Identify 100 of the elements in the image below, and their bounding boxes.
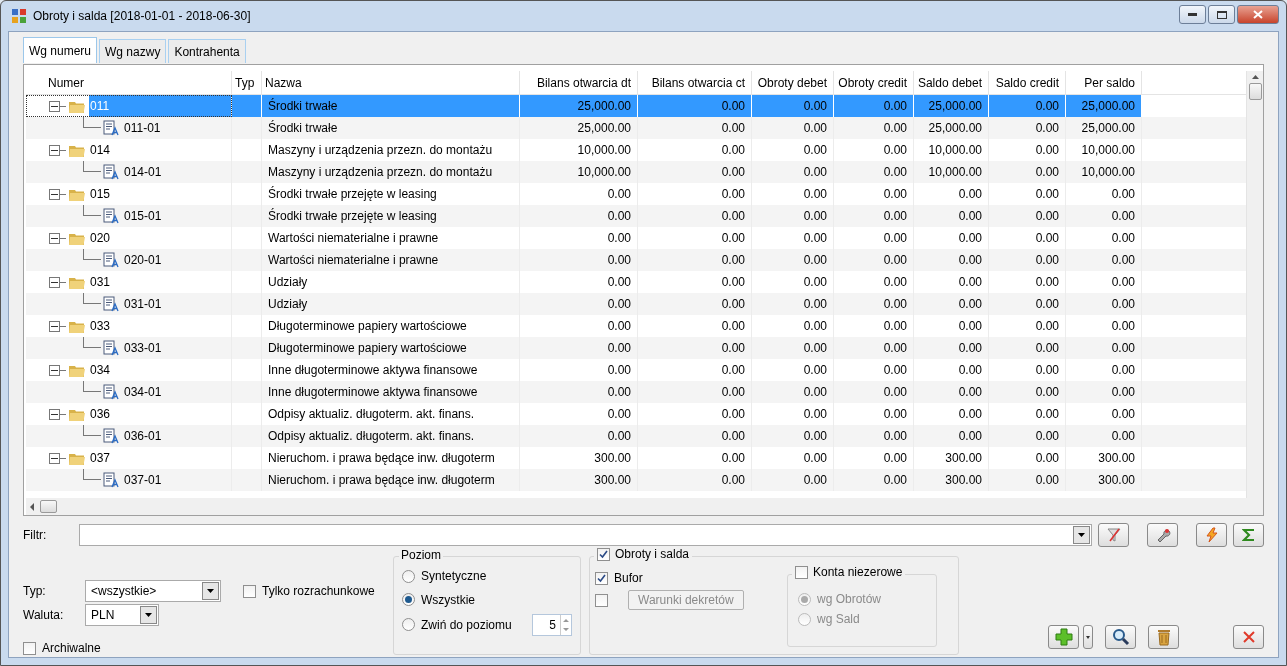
table-cell: 10,000.00 xyxy=(928,143,982,157)
vertical-scrollbar[interactable] xyxy=(1246,71,1263,498)
table-row[interactable]: 034-01 Inne długoterminowe aktywa finansowe 0.00 0.00 0.00 0.00 0.00 0.00 0.00 xyxy=(26,381,1246,403)
wrench-button[interactable] xyxy=(1147,523,1178,547)
account-number: 037-01 xyxy=(123,472,163,489)
collapse-toggle[interactable] xyxy=(49,188,60,200)
checkbox[interactable] xyxy=(23,642,36,655)
add-options-button[interactable] xyxy=(1083,625,1093,649)
lightning-button[interactable] xyxy=(1196,523,1227,547)
table-cell: Długoterminowe papiery wartościowe xyxy=(268,319,467,333)
account-number: 011-01 xyxy=(123,120,162,137)
table-cell: 0.00 xyxy=(1035,363,1059,377)
account-number: 014 xyxy=(89,142,112,159)
search-icon xyxy=(1111,628,1130,646)
column-header[interactable]: Bilans otwarcia ct xyxy=(638,71,752,94)
currency-dropdown[interactable]: PLN xyxy=(85,604,159,626)
account-number: 014-01 xyxy=(123,164,163,181)
radio-button[interactable] xyxy=(402,593,415,606)
table-row[interactable]: 011-01 Środki trwałe 25,000.00 0.00 0.00 0.00 25,000.00 0.00 25,000.00 xyxy=(26,117,1246,139)
collapse-toggle[interactable] xyxy=(49,452,60,464)
filter-field[interactable] xyxy=(79,524,1092,546)
tab[interactable]: Kontrahenta xyxy=(168,39,246,63)
radio-label: wg Sald xyxy=(817,612,860,626)
horizontal-scrollbar[interactable] xyxy=(26,498,1263,515)
radio-button[interactable] xyxy=(402,618,415,631)
delete-button[interactable] xyxy=(1148,625,1179,649)
clear-filter-button[interactable] xyxy=(1098,523,1129,547)
collapse-toggle[interactable] xyxy=(49,364,60,376)
table-row[interactable]: 015-01 Środki trwałe przejęte w leasing 0.00 0.00 0.00 0.00 0.00 0.00 0.00 xyxy=(26,205,1246,227)
tab[interactable]: Wg nazwy xyxy=(99,39,167,63)
collapse-toggle[interactable] xyxy=(49,276,60,288)
type-dropdown[interactable]: <wszystkie> xyxy=(85,580,221,602)
group-title: Poziom xyxy=(399,548,443,562)
table-row[interactable]: 014-01 Maszyny i urządzenia przezn. do montażu 10,000.00 0.00 0.00 0.00 10,000.00 0.00 10,000.00 xyxy=(26,161,1246,183)
caret-icon xyxy=(1078,533,1085,537)
column-header[interactable]: Obroty credit xyxy=(834,71,914,94)
tab[interactable]: Wg numeru xyxy=(23,37,98,63)
table-cell: 0.00 xyxy=(1111,231,1135,245)
column-header[interactable]: Typ xyxy=(232,71,262,94)
scroll-thumb[interactable] xyxy=(40,500,57,513)
table-cell: 0.00 xyxy=(883,231,907,245)
table-cell: 0.00 xyxy=(958,275,982,289)
table-cell: 0.00 xyxy=(607,187,631,201)
column-header[interactable]: Obroty debet xyxy=(752,71,834,94)
table-cell: Odpisy aktualiz. długoterm. akt. finans. xyxy=(268,429,475,443)
table-cell: 0.00 xyxy=(721,341,745,355)
folder-icon xyxy=(69,187,85,201)
table-cell: 0.00 xyxy=(1035,231,1059,245)
maximize-button[interactable] xyxy=(1208,5,1235,24)
collapse-toggle[interactable] xyxy=(49,100,60,112)
column-header[interactable]: Saldo debet xyxy=(914,71,989,94)
column-header[interactable]: Per saldo xyxy=(1066,71,1142,94)
table-cell: 0.00 xyxy=(721,451,745,465)
collapse-toggle[interactable] xyxy=(49,408,60,420)
checkbox[interactable] xyxy=(597,547,610,561)
search-button[interactable] xyxy=(1105,625,1136,649)
table-cell: 0.00 xyxy=(1111,385,1135,399)
minimize-icon xyxy=(1188,13,1197,16)
table-cell: 0.00 xyxy=(1035,99,1059,113)
minimize-button[interactable] xyxy=(1179,5,1206,24)
column-header[interactable]: Saldo credit xyxy=(989,71,1066,94)
table-cell: 0.00 xyxy=(1035,341,1059,355)
table-cell: 0.00 xyxy=(721,99,745,113)
checkbox[interactable] xyxy=(243,584,256,598)
table-cell: 25,000.00 xyxy=(577,99,631,113)
checkbox[interactable] xyxy=(795,565,808,579)
sum-button[interactable] xyxy=(1233,523,1264,547)
table-cell: 0.00 xyxy=(1035,385,1059,399)
column-header[interactable]: Numer xyxy=(26,71,232,94)
table-cell: 300.00 xyxy=(945,473,982,487)
folder-icon xyxy=(69,363,85,377)
radio-button[interactable] xyxy=(402,569,415,583)
collapse-toggle[interactable] xyxy=(49,232,60,244)
level-spinner[interactable]: 5 xyxy=(532,613,572,636)
table-cell: 0.00 xyxy=(958,363,982,377)
table-cell: 0.00 xyxy=(803,451,827,465)
table-row[interactable]: 037-01 Nieruchom. i prawa będące inw. długoterm 300.00 0.00 0.00 0.00 300.00 0.00 300.00 xyxy=(26,469,1246,491)
table-cell: 0.00 xyxy=(1035,165,1059,179)
lightning-icon xyxy=(1203,527,1220,543)
maximize-icon xyxy=(1216,10,1227,19)
table-row[interactable]: 031-01 Udziały 0.00 0.00 0.00 0.00 0.00 0.00 0.00 xyxy=(26,293,1246,315)
close-button[interactable] xyxy=(1233,625,1264,649)
table-row[interactable]: 020-01 Wartości niematerialne i prawne 0.00 0.00 0.00 0.00 0.00 0.00 0.00 xyxy=(26,249,1246,271)
table-cell: 0.00 xyxy=(883,143,907,157)
table-row[interactable]: 036-01 Odpisy aktualiz. długoterm. akt. finans. 0.00 0.00 0.00 0.00 0.00 0.00 0.00 xyxy=(26,425,1246,447)
folder-icon xyxy=(69,407,85,421)
table-row[interactable]: 033-01 Długoterminowe papiery wartościowe 0.00 0.00 0.00 0.00 0.00 0.00 0.00 xyxy=(26,337,1246,359)
table-cell: 0.00 xyxy=(883,473,907,487)
collapse-toggle[interactable] xyxy=(49,320,60,332)
add-button[interactable] xyxy=(1048,625,1079,649)
close-button[interactable] xyxy=(1237,5,1279,24)
scroll-thumb[interactable] xyxy=(1248,83,1262,100)
column-header[interactable]: Bilans otwarcia dt xyxy=(520,71,638,94)
column-header[interactable]: Nazwa xyxy=(262,71,520,94)
table-cell: 0.00 xyxy=(1111,275,1135,289)
table-cell: Nieruchom. i prawa będące inw. długoterm xyxy=(268,451,495,465)
checkbox[interactable] xyxy=(595,571,608,585)
collapse-toggle[interactable] xyxy=(49,144,60,156)
table-cell: 10,000.00 xyxy=(577,165,631,179)
type-label: Typ: xyxy=(23,584,47,598)
